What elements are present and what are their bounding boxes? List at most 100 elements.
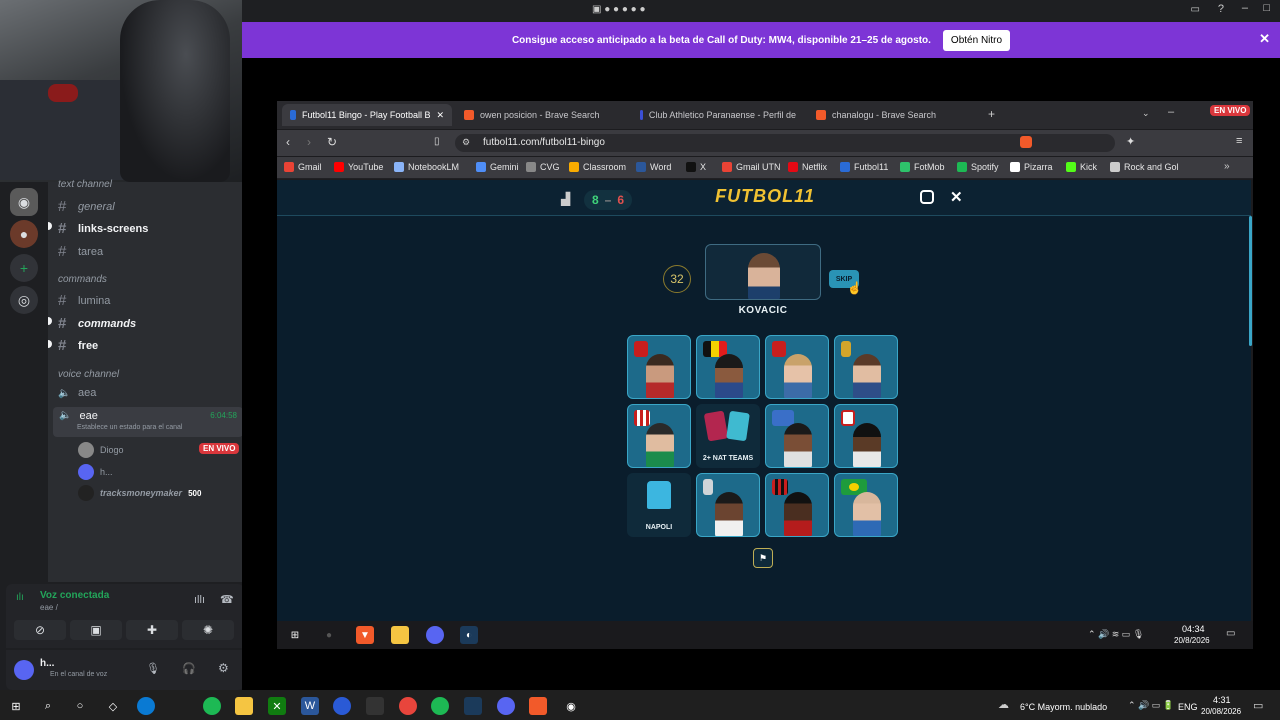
channel-links-screens[interactable]: # links-screens [58,220,148,237]
bookmark-item[interactable]: Pizarra [1010,162,1053,172]
obs-icon[interactable]: ◉ [562,697,580,715]
tab-club-athletico[interactable]: Club Athletico Paranaense - Perfil de [632,104,804,126]
futbol11-logo[interactable]: FUTBOL11 [700,186,830,212]
chevron-down-icon[interactable]: ⌄ [1142,108,1150,119]
discord-icon[interactable] [426,626,444,644]
weather-text[interactable]: 6°C Mayorm. nublado [1020,702,1107,712]
bingo-cell-7[interactable] [765,404,829,468]
add-server-icon[interactable]: + [10,254,38,282]
category-text-channel[interactable]: text channel [58,179,112,190]
bingo-cell-8[interactable] [834,404,898,468]
brave-icon[interactable]: ▼ [356,626,374,644]
channel-lumina[interactable]: # lumina [58,292,110,309]
bingo-cell-5[interactable] [627,404,691,468]
extensions-icon[interactable]: ✦ [1126,135,1135,148]
mic-icon[interactable]: 🎙 [146,662,160,675]
system-tray-icons[interactable]: ⌃ 🔊 ≋ ▭ 🎙 [1088,629,1144,640]
scrollbar[interactable] [1249,216,1252,346]
spotify-icon[interactable] [431,697,449,715]
bookmark-item[interactable]: Netflix [788,162,827,172]
tab-futbol11[interactable]: Futbol11 Bingo - Play Football B ✕ [282,104,452,126]
xbox-icon[interactable]: ✕ [268,697,286,715]
gear-icon[interactable]: ⚙ [218,661,229,675]
system-tray-icons[interactable]: ⌃ 🔊 ▭ 🔋 [1128,700,1174,711]
bingo-cell-3[interactable] [765,335,829,399]
copilot-icon[interactable]: ◇ [104,697,122,715]
clock-date[interactable]: 20/08/2026 [1201,707,1241,716]
activities-button[interactable]: ✚ [126,620,178,640]
word-icon[interactable]: W [301,697,319,715]
channel-free[interactable]: # free [58,337,98,354]
bookmark-item[interactable]: NotebookLM [394,162,459,172]
disconnect-icon[interactable]: ☎ [220,593,234,606]
inbox-icon[interactable]: ▭ [1191,4,1200,15]
bookmark-item[interactable]: Futbol11 [840,162,888,172]
task-view-icon[interactable]: ○ [71,697,89,715]
headphones-icon[interactable]: 🎧 [182,662,196,675]
channel-tarea[interactable]: # tarea [58,243,103,260]
user-avatar[interactable] [14,660,34,680]
bookmark-item[interactable]: YouTube [334,162,383,172]
notification-icon[interactable]: ▭ [1253,699,1263,712]
bingo-cell-11[interactable] [765,473,829,537]
bookmark-item[interactable]: Gemini [476,162,519,172]
bookmark-item[interactable]: Gmail [284,162,322,172]
brave-shields-icon[interactable] [1020,136,1032,148]
bookmark-item[interactable]: Rock and Gol [1110,162,1179,172]
discover-icon[interactable]: ◎ [10,286,38,314]
more-bookmarks-icon[interactable]: » [1224,161,1230,172]
category-voice-channel[interactable]: voice channel [58,369,119,380]
get-nitro-button[interactable]: Obtén Nitro [942,29,1011,51]
bookmark-item[interactable]: CVG [526,162,560,172]
maximize-icon[interactable]: □ [1263,2,1270,14]
minimize-icon[interactable]: – [1168,106,1174,118]
tab-owen[interactable]: owen posicion - Brave Search [456,104,626,126]
steam-icon[interactable] [464,697,482,715]
bookmark-item[interactable]: X [686,162,706,172]
bookmark-item[interactable]: Kick [1066,162,1097,172]
close-icon[interactable]: ✕ [1259,31,1270,47]
epic-icon[interactable] [366,697,384,715]
stats-icon[interactable]: ▟ [561,192,570,206]
help-icon[interactable]: ? [1218,3,1224,15]
app-icon[interactable] [203,697,221,715]
menu-icon[interactable]: ≡ [1236,135,1242,147]
voice-user-h[interactable]: h... [78,464,113,480]
voice-channel-eae[interactable]: 🔈 eae 6:04:58 Establece un estado para el… [53,407,243,437]
app-icon[interactable]: ● [320,626,338,644]
notification-icon[interactable]: ▭ [1226,628,1235,639]
bookmark-item[interactable]: Spotify [957,162,999,172]
category-commands[interactable]: commands [58,274,107,285]
clock-time[interactable]: 4:31 [1213,695,1231,705]
camera-off-button[interactable]: ⊘ [14,620,66,640]
discord-icon[interactable] [497,697,515,715]
reload-icon[interactable]: ↻ [327,135,337,149]
bookmark-item[interactable]: FotMob [900,162,945,172]
steam-icon[interactable]: ◐ [460,626,478,644]
instagram-icon[interactable] [920,190,934,204]
chrome-icon[interactable] [399,697,417,715]
flag-icon[interactable]: ⚑ [753,548,773,568]
voice-user-diogo[interactable]: Diogo [78,442,124,458]
server-icon-2[interactable]: ● [10,220,38,248]
tab-chanalogu[interactable]: chanalogu - Brave Search [808,104,978,126]
bingo-cell-12[interactable] [834,473,898,537]
forward-icon[interactable]: › [307,135,311,149]
brave-icon[interactable] [529,697,547,715]
x-icon[interactable]: ✕ [950,188,963,206]
channel-status[interactable]: Establece un estado para el canal [77,424,182,431]
folder-icon[interactable] [391,626,409,644]
site-settings-icon[interactable]: ⚙ [462,137,470,148]
windows-start-icon[interactable]: ⊞ [286,626,304,644]
soundboard-button[interactable]: ✺ [182,620,234,640]
bingo-cell-10[interactable] [696,473,760,537]
minimize-icon[interactable]: – [1242,2,1248,14]
bingo-cell-4[interactable] [834,335,898,399]
windows-start-icon[interactable]: ⊞ [7,697,25,715]
bingo-cell-2[interactable] [696,335,760,399]
screen-share-button[interactable]: ▣ [70,620,122,640]
back-icon[interactable]: ‹ [286,135,290,149]
bookmark-item[interactable]: Word [636,162,671,172]
voice-user-tracks[interactable]: tracksmoneymaker 500 [78,485,201,501]
edge-icon[interactable] [137,697,155,715]
